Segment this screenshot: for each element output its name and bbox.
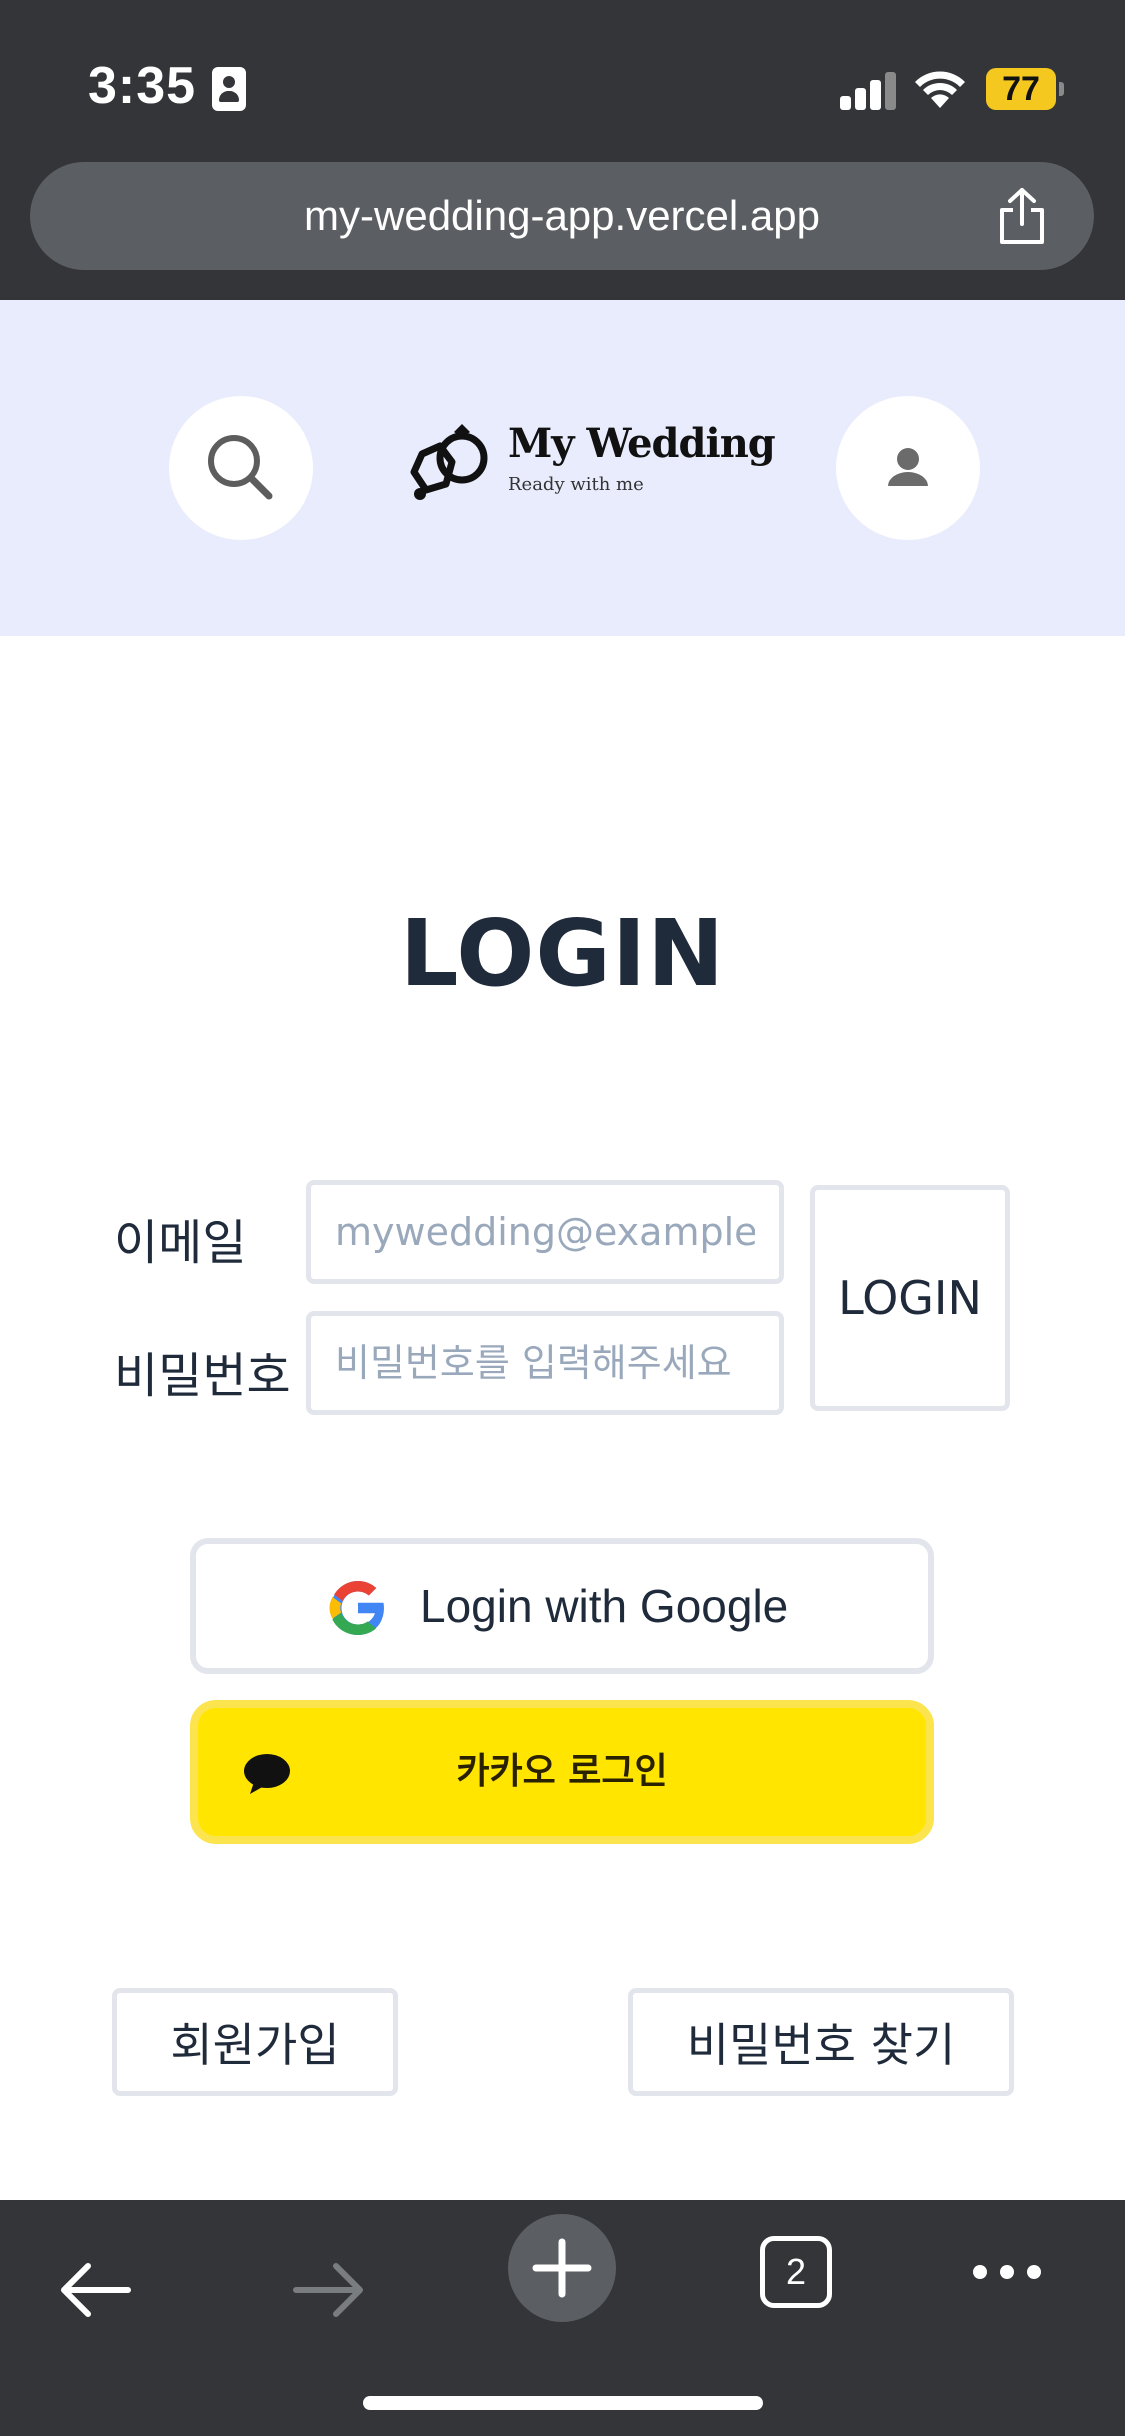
password-label: 비밀번호 bbox=[114, 1348, 291, 1404]
new-tab-button[interactable] bbox=[508, 2214, 616, 2322]
search-icon bbox=[208, 435, 273, 500]
google-login-label: Login with Google bbox=[420, 1580, 789, 1632]
logo-title: My Wedding bbox=[508, 420, 776, 467]
contact-card-icon bbox=[212, 67, 246, 111]
page: 3:35 77 my-wedding-app.vercel.app My Wed… bbox=[0, 0, 1125, 2436]
google-icon bbox=[329, 1581, 388, 1635]
kakao-login-label: 카카오 로그인 bbox=[456, 1751, 668, 1792]
battery-indicator: 77 bbox=[986, 68, 1064, 110]
rings-icon bbox=[410, 424, 488, 500]
more-options-icon[interactable] bbox=[970, 2262, 1044, 2282]
plus-icon bbox=[532, 2238, 592, 2298]
user-button[interactable] bbox=[836, 396, 980, 540]
address-bar[interactable]: my-wedding-app.vercel.app bbox=[30, 162, 1094, 270]
login-button[interactable]: LOGIN bbox=[810, 1185, 1010, 1411]
signup-button[interactable]: 회원가입 bbox=[112, 1988, 398, 2096]
page-title: LOGIN bbox=[399, 900, 726, 1007]
site-logo[interactable]: My Wedding Ready with me bbox=[400, 408, 776, 518]
share-icon[interactable] bbox=[994, 186, 1050, 246]
forward-arrow-icon[interactable] bbox=[292, 2260, 366, 2320]
google-login-button[interactable]: Login with Google bbox=[190, 1538, 934, 1674]
browser-bottom-toolbar: 2 bbox=[0, 2200, 1125, 2436]
home-indicator bbox=[363, 2396, 763, 2410]
logo-subtitle: Ready with me bbox=[508, 474, 644, 495]
cellular-signal-icon bbox=[840, 72, 898, 110]
email-input[interactable] bbox=[306, 1180, 784, 1284]
kakao-login-button[interactable]: 카카오 로그인 bbox=[190, 1700, 934, 1844]
password-input[interactable] bbox=[306, 1311, 784, 1415]
user-icon bbox=[888, 448, 928, 486]
search-button[interactable] bbox=[169, 396, 313, 540]
wifi-icon bbox=[915, 71, 965, 108]
url-text[interactable]: my-wedding-app.vercel.app bbox=[30, 162, 1094, 270]
site-header: My Wedding Ready with me bbox=[0, 300, 1125, 636]
browser-top-bar: 3:35 77 my-wedding-app.vercel.app bbox=[0, 0, 1125, 300]
back-arrow-icon[interactable] bbox=[58, 2260, 132, 2320]
find-password-button[interactable]: 비밀번호 찾기 bbox=[628, 1988, 1014, 2096]
status-time: 3:35 bbox=[88, 57, 197, 115]
tab-switcher-button[interactable]: 2 bbox=[760, 2236, 832, 2308]
email-label: 이메일 bbox=[114, 1215, 247, 1271]
